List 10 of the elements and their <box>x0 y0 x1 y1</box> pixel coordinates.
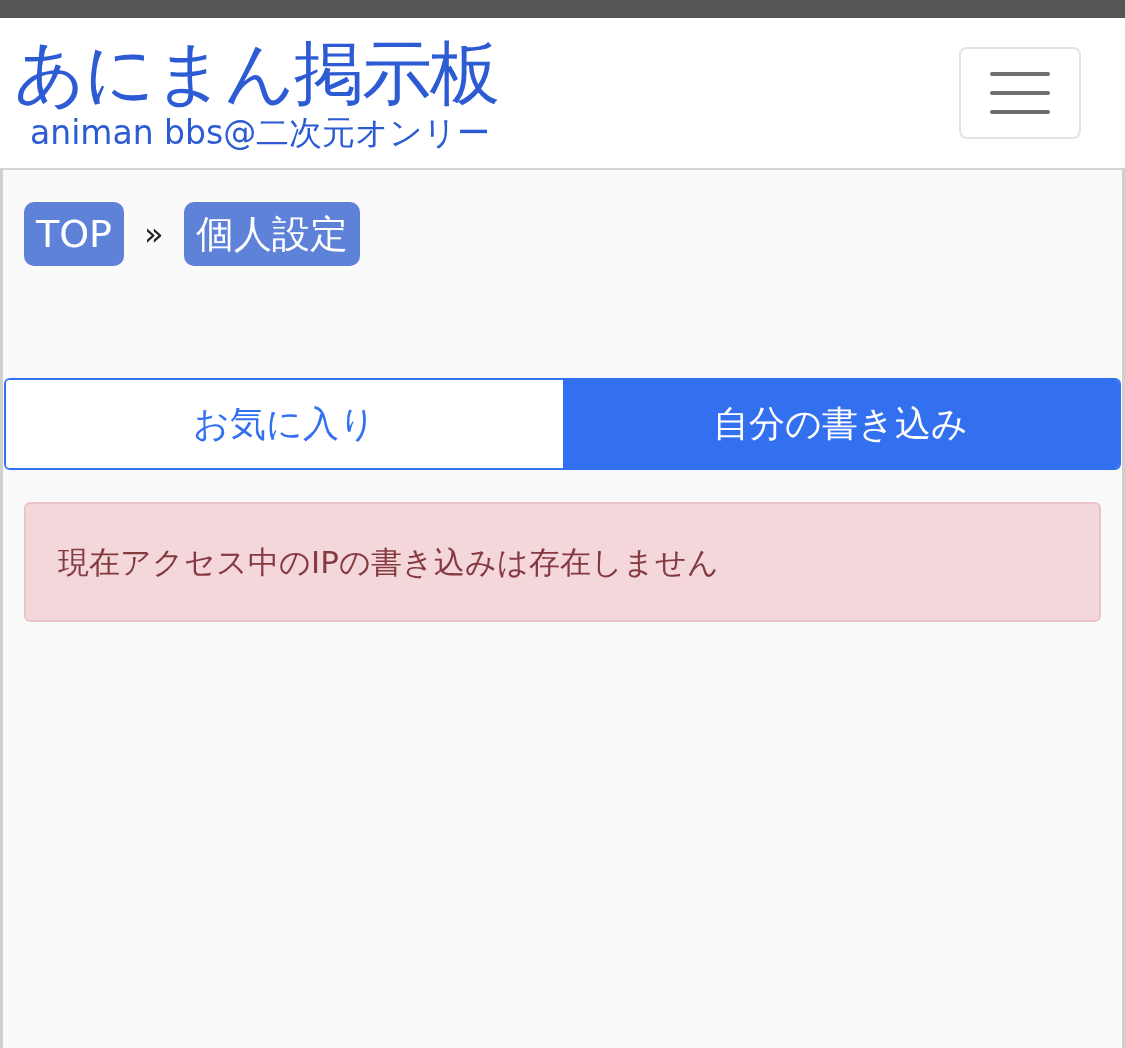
breadcrumb-separator: » <box>144 214 164 255</box>
menu-button[interactable] <box>959 47 1081 139</box>
alert-message: 現在アクセス中のIPの書き込みは存在しません <box>58 542 719 582</box>
breadcrumb-link[interactable]: TOP <box>24 202 125 266</box>
logo-subtitle: animan bbs@二次元オンリー <box>30 113 491 153</box>
menu-icon <box>990 70 1050 116</box>
tab[interactable]: 自分の書き込み <box>562 380 1119 468</box>
tab[interactable]: お気に入り <box>6 380 563 468</box>
breadcrumb-link[interactable]: 個人設定 <box>183 202 360 266</box>
logo-title[interactable]: あにまん掲示板 <box>14 33 498 113</box>
